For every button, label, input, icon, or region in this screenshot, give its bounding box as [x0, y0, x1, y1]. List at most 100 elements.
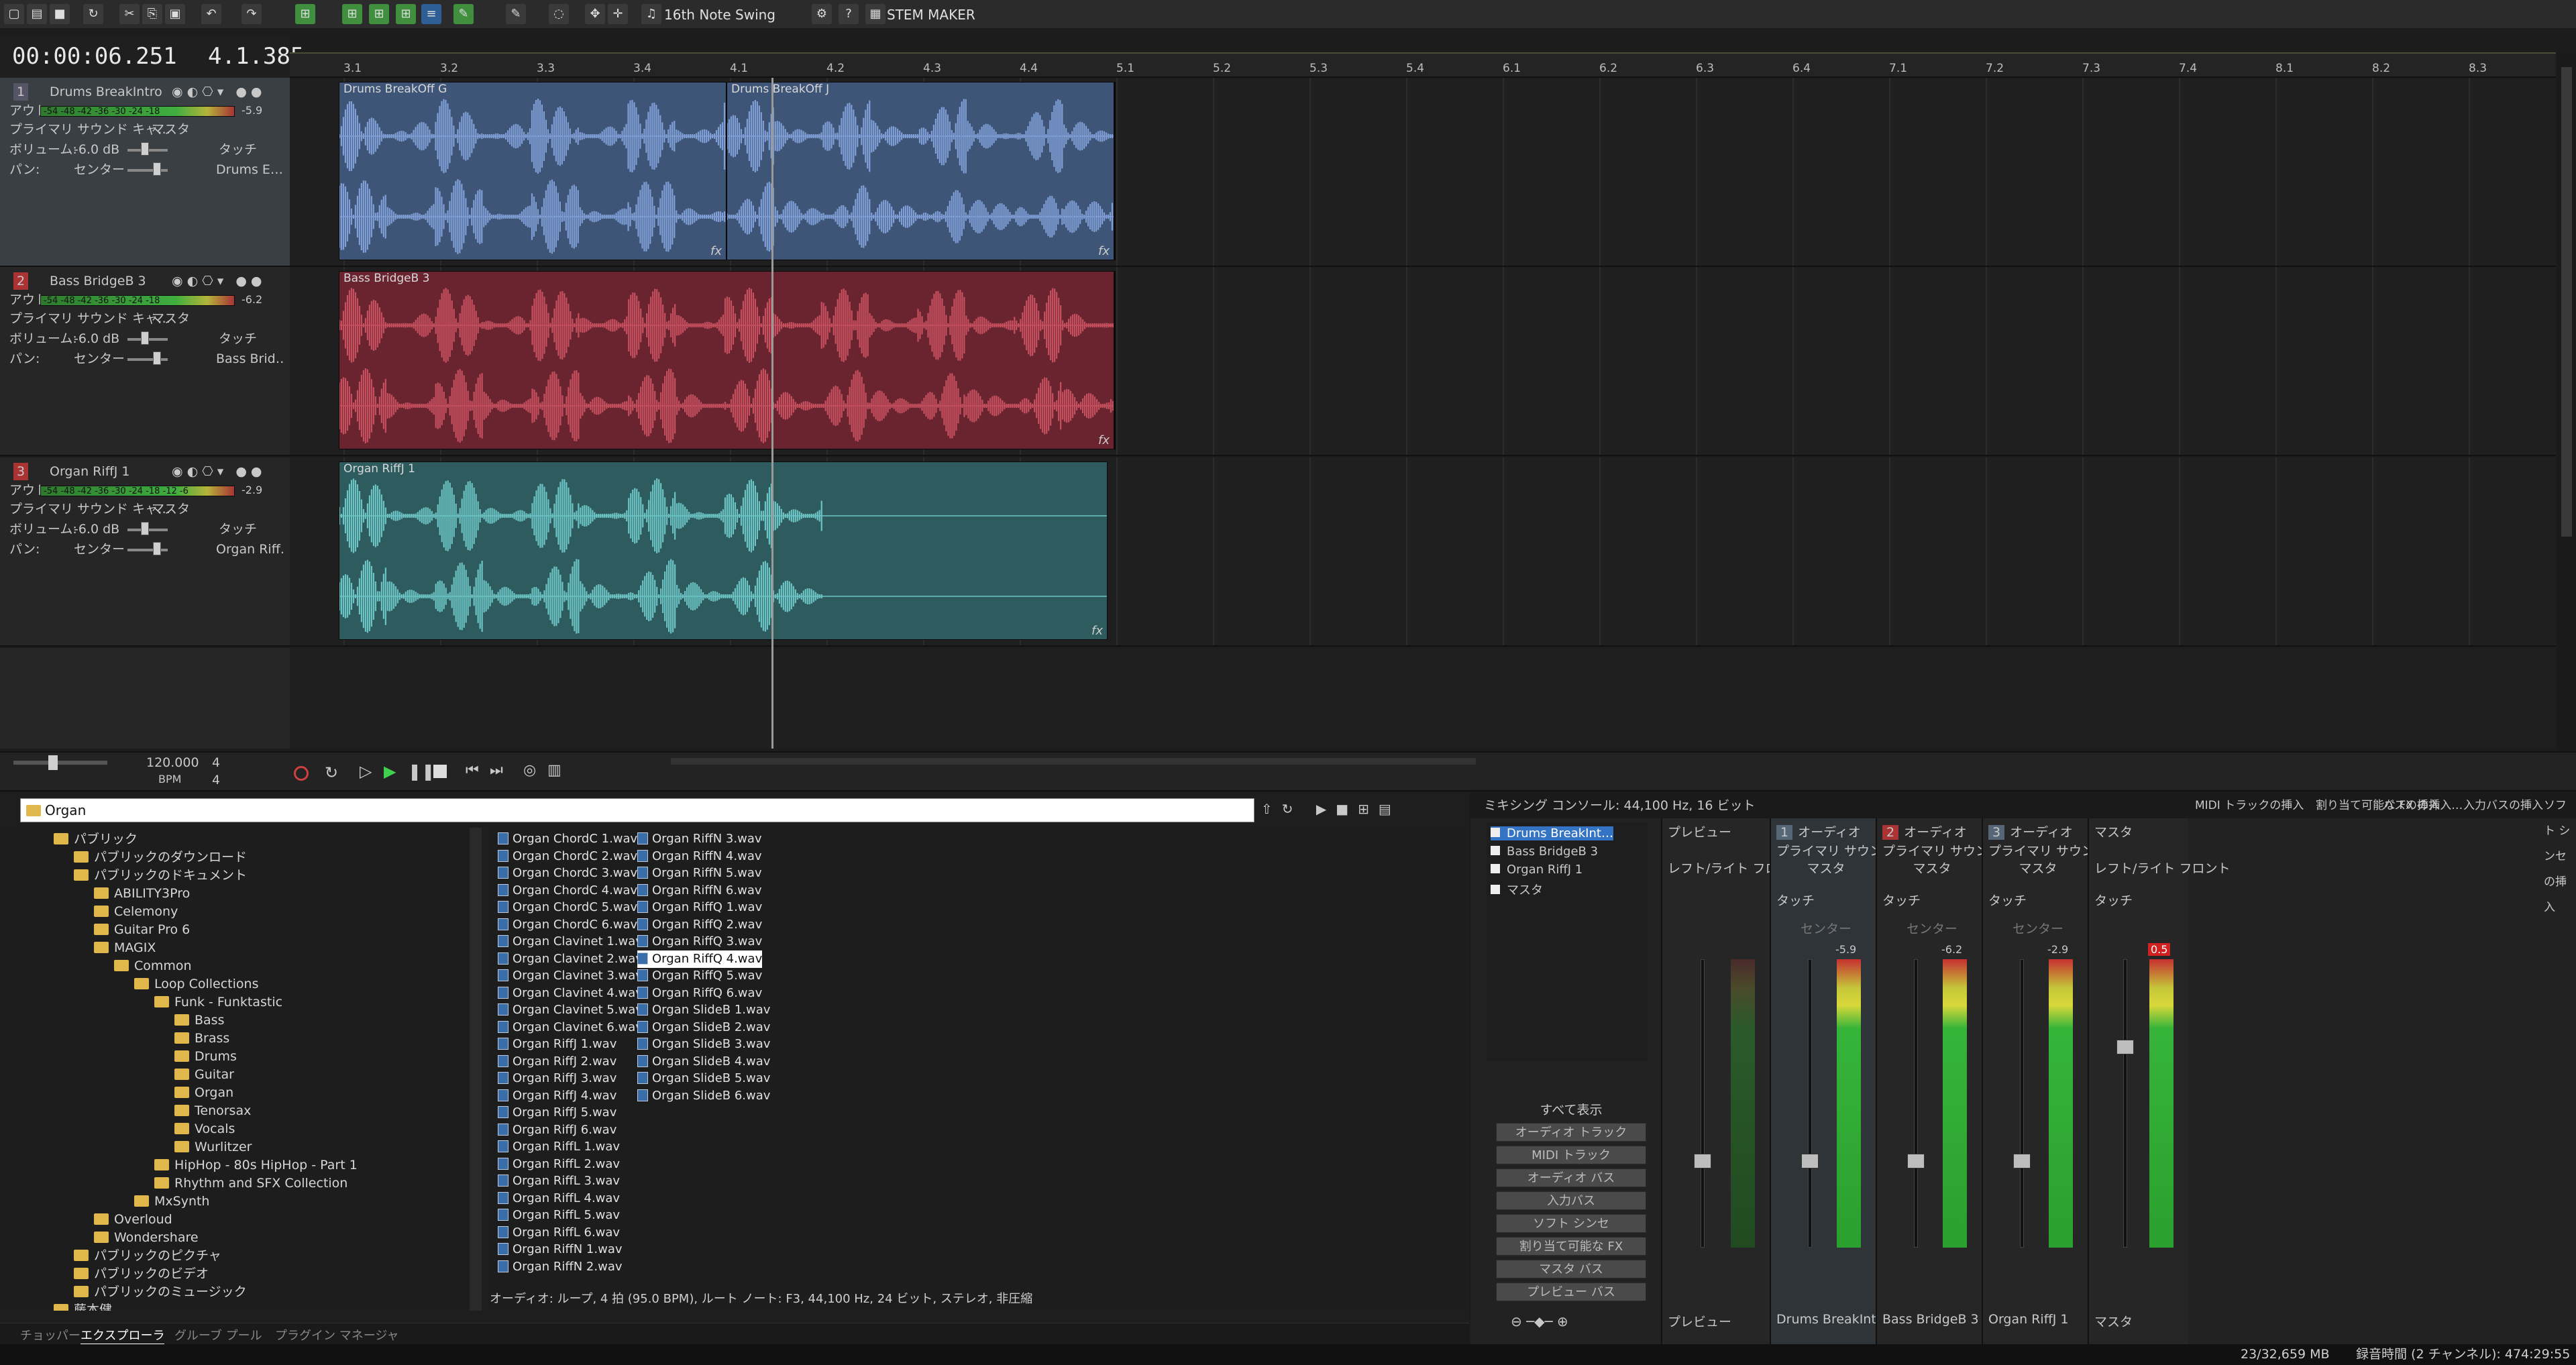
track-controls[interactable]: ◉◐⎔▾ ●●	[172, 463, 266, 480]
file-item[interactable]: Organ ChordC 4.wav	[498, 882, 637, 899]
file-item[interactable]: Organ RiffN 2.wav	[498, 1258, 623, 1276]
file-item[interactable]: Organ RiffN 5.wav	[637, 865, 762, 882]
strip-pan[interactable]: センター	[1983, 919, 2088, 937]
file-item[interactable]: Organ RiffL 4.wav	[498, 1190, 620, 1207]
strip-send[interactable]: プライマリ サウン…	[1771, 841, 1895, 859]
tree-item[interactable]: Guitar Pro 6	[94, 921, 190, 938]
file-item[interactable]: Organ RiffJ 4.wav	[498, 1087, 616, 1105]
new-file-icon[interactable]: ▢	[4, 4, 24, 24]
fader-track[interactable]	[2020, 959, 2024, 1248]
timeline-ruler[interactable]: 3.1 3.2 3.3 3.4 4.1 4.2 4.3 4.4 5.1 5.2 5.3 5.4 6.1 6…	[290, 54, 2556, 78]
fader-track[interactable]	[1701, 959, 1705, 1248]
file-item[interactable]: Organ ChordC 6.wav	[498, 916, 637, 934]
checkbox-icon[interactable]	[1491, 846, 1500, 855]
time-sig-top[interactable]: 4	[212, 755, 220, 770]
explorer-path-field[interactable]: Organ	[20, 798, 1254, 822]
cut-icon[interactable]: ✂	[119, 4, 140, 24]
strip-send[interactable]: プライマリ サウン…	[1983, 841, 2107, 859]
strip-master[interactable]: マスタ	[1983, 859, 2088, 877]
track-name[interactable]: Drums BreakIntro 3	[50, 83, 164, 101]
strip-pan[interactable]: センター	[1771, 919, 1876, 937]
audio-clip[interactable]: Bass BridgeB 4fx	[1114, 271, 1116, 449]
swing-icon[interactable]: ♫	[641, 4, 661, 24]
strip-pan[interactable]: センター	[1877, 919, 1982, 937]
mixer-list-item[interactable]: Drums BreakInt…	[1491, 826, 1613, 840]
tree-item[interactable]: パブリックのミュージック	[74, 1283, 247, 1301]
audio-clip[interactable]: Bass BridgeB 3 fx	[339, 271, 1114, 449]
pan-slider[interactable]	[127, 358, 168, 361]
fader-cap[interactable]	[2013, 1154, 2031, 1168]
master-label[interactable]: マスタ	[152, 310, 190, 327]
explorer-toolbar[interactable]: ⇧↻ ▶■⊞▤	[1261, 801, 1401, 817]
checkbox-icon[interactable]	[1491, 885, 1500, 894]
pan-value[interactable]: センター	[74, 350, 125, 368]
tree-item[interactable]: Wurlitzer	[174, 1138, 252, 1156]
file-item[interactable]: Organ RiffQ 4.wav	[637, 950, 763, 968]
tree-item[interactable]: Tenorsax	[174, 1102, 251, 1120]
track-header[interactable]: 3 Organ RiffJ 1 ◉◐⎔▾ ●● アウト -54 -48 -42 -36 …	[0, 457, 290, 647]
tree-item[interactable]: Drums	[174, 1048, 237, 1065]
touch-label[interactable]: タッチ	[219, 141, 257, 158]
checkbox-icon[interactable]	[1491, 864, 1500, 873]
file-item[interactable]: Organ Clavinet 1.wav	[498, 933, 643, 950]
select-tool-icon[interactable]: ✥	[585, 4, 605, 24]
volume-knob[interactable]	[141, 331, 149, 345]
time-position[interactable]: 00:00:06.251	[12, 43, 177, 70]
file-item[interactable]: Organ Clavinet 5.wav	[498, 1001, 643, 1019]
send-label[interactable]: プライマリ サウンド キャ…	[9, 310, 170, 327]
pan-slider[interactable]	[127, 169, 168, 172]
metronome-icon[interactable]: ◎	[523, 762, 536, 779]
file-list[interactable]: Organ ChordC 1.wav Organ ChordC 2.wav Orga…	[490, 828, 1462, 1311]
tree-item[interactable]: Guitar	[174, 1066, 234, 1083]
mixer-list-item[interactable]: Organ RiffJ 1	[1491, 863, 1582, 877]
empty-track-area[interactable]	[290, 648, 2556, 749]
go-end-icon[interactable]: ⏭	[490, 762, 503, 779]
file-item[interactable]: Organ Clavinet 2.wav	[498, 950, 643, 968]
mixer-filter-button[interactable]: 割り当て可能な FX	[1496, 1237, 1646, 1256]
tree-item[interactable]: Funk - Funktastic	[154, 993, 282, 1011]
clip-fx-icon[interactable]: fx	[710, 244, 722, 258]
mixer-filter-button[interactable]: プレビュー バス	[1496, 1282, 1646, 1301]
track-lane[interactable]: Bass BridgeB 3 fx Bass BridgeB 4fx	[290, 267, 2567, 456]
go-start-icon[interactable]: ⏮	[466, 762, 479, 779]
file-item[interactable]: Organ ChordC 5.wav	[498, 899, 637, 916]
tab-0[interactable]: チョッパー	[20, 1326, 80, 1344]
tab-1[interactable]: エクスプローラ	[80, 1326, 165, 1345]
strip-touch[interactable]: タッチ	[1771, 891, 1876, 909]
volume-value[interactable]: -6.0 dB	[74, 330, 119, 347]
file-item[interactable]: Organ ChordC 3.wav	[498, 865, 637, 882]
pan-knob[interactable]	[153, 542, 161, 555]
volume-value[interactable]: -6.0 dB	[74, 141, 119, 158]
mixer-filter-button[interactable]: 入力バス	[1496, 1191, 1646, 1210]
file-item[interactable]: Organ RiffL 2.wav	[498, 1156, 620, 1173]
play-from-start-icon[interactable]: ▷	[360, 762, 372, 781]
strip-touch[interactable]: タッチ	[1877, 891, 1982, 909]
tree-item[interactable]: パブリックのピクチャ	[74, 1247, 221, 1264]
strip-touch[interactable]: タッチ	[2089, 891, 2188, 909]
file-item[interactable]: Organ SlideB 4.wav	[637, 1053, 770, 1071]
file-item[interactable]: Organ RiffJ 3.wav	[498, 1070, 616, 1087]
tab-2[interactable]: グルーブ プール	[174, 1326, 262, 1344]
file-item[interactable]: Organ RiffL 1.wav	[498, 1138, 620, 1156]
audio-clip[interactable]: Drums Ending Cfx	[1114, 82, 1116, 260]
eraser-icon[interactable]: ◌	[549, 4, 569, 24]
clip-fx-icon[interactable]: fx	[1098, 244, 1110, 258]
file-item[interactable]: Organ Clavinet 3.wav	[498, 967, 643, 985]
tree-item[interactable]: 藤本健	[54, 1301, 112, 1311]
folder-tree[interactable]: パブリック パブリックのダウンロード パブリックのドキュメント ABILITY3Pro…	[0, 828, 482, 1311]
file-item[interactable]: Organ RiffN 3.wav	[637, 830, 762, 848]
file-item[interactable]: Organ RiffN 4.wav	[637, 848, 762, 865]
tree-item[interactable]: Organ	[174, 1084, 233, 1101]
send-label[interactable]: プライマリ サウンド キャ…	[9, 500, 170, 518]
fader-track[interactable]	[1808, 959, 1812, 1248]
tree-item[interactable]: Bass	[174, 1012, 224, 1029]
mixer-toolbar-item[interactable]: MIDI トラックの挿入	[2195, 793, 2304, 818]
tree-item[interactable]: Common	[114, 957, 192, 975]
fx-name[interactable]: Drums E…	[216, 161, 283, 178]
tree-item[interactable]: Rhythm and SFX Collection	[154, 1175, 347, 1192]
auto-crossfade-icon[interactable]: ⊞	[396, 4, 416, 24]
file-item[interactable]: Organ Clavinet 4.wav	[498, 985, 643, 1002]
fader-track[interactable]	[2123, 959, 2127, 1248]
normal-edit-icon[interactable]: ✎	[453, 4, 474, 24]
timeline-vscroll[interactable]	[2557, 54, 2576, 751]
